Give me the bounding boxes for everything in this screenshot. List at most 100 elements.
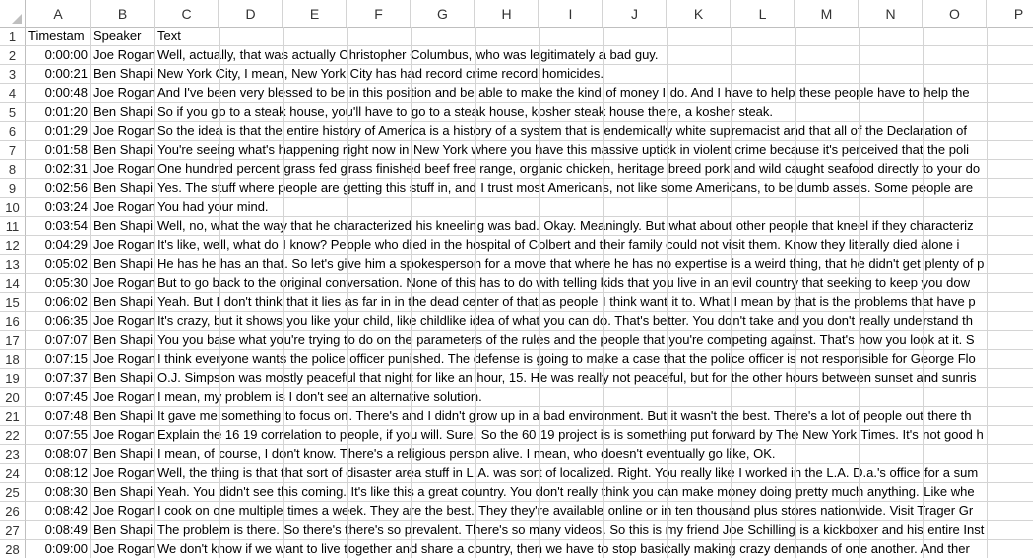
speaker-cell[interactable]: Joe Rogan bbox=[91, 540, 155, 558]
speaker-cell[interactable]: Ben Shapi bbox=[91, 445, 155, 464]
speaker-cell[interactable]: Ben Shapi bbox=[91, 103, 155, 122]
column-header-m[interactable]: M bbox=[795, 0, 859, 27]
timestamp-cell[interactable]: 0:07:37 bbox=[26, 369, 91, 388]
row-number[interactable]: 19 bbox=[0, 369, 26, 388]
speaker-cell[interactable]: Ben Shapi bbox=[91, 65, 155, 84]
text-cell[interactable]: New York City, I mean, New York City has… bbox=[155, 65, 1033, 84]
timestamp-cell[interactable]: 0:01:29 bbox=[26, 122, 91, 141]
row-number[interactable]: 11 bbox=[0, 217, 26, 236]
column-header-j[interactable]: J bbox=[603, 0, 667, 27]
speaker-cell[interactable]: Joe Rogan bbox=[91, 312, 155, 331]
timestamp-cell[interactable]: 0:07:48 bbox=[26, 407, 91, 426]
text-cell[interactable]: We don't know if we want to live togethe… bbox=[155, 540, 1033, 558]
timestamp-cell[interactable]: 0:00:48 bbox=[26, 84, 91, 103]
timestamp-cell[interactable]: 0:08:49 bbox=[26, 521, 91, 540]
column-header-a[interactable]: A bbox=[26, 0, 91, 27]
speaker-cell[interactable]: Joe Rogan bbox=[91, 198, 155, 217]
timestamp-cell[interactable]: 0:05:02 bbox=[26, 255, 91, 274]
speaker-cell[interactable]: Ben Shapi bbox=[91, 293, 155, 312]
select-all-button[interactable] bbox=[0, 0, 26, 27]
speaker-cell[interactable]: Joe Rogan bbox=[91, 46, 155, 65]
text-cell[interactable]: Well, no, what the way that he character… bbox=[155, 217, 1033, 236]
text-cell[interactable]: You you base what you're trying to do on… bbox=[155, 331, 1033, 350]
text-cell[interactable]: I think everyone wants the police office… bbox=[155, 350, 1033, 369]
speaker-cell[interactable]: Joe Rogan bbox=[91, 274, 155, 293]
column-header-d[interactable]: D bbox=[219, 0, 283, 27]
speaker-cell[interactable]: Ben Shapi bbox=[91, 407, 155, 426]
timestamp-cell[interactable]: 0:08:07 bbox=[26, 445, 91, 464]
text-cell[interactable]: Yes. The stuff where people are getting … bbox=[155, 179, 1033, 198]
speaker-cell[interactable]: Ben Shapi bbox=[91, 217, 155, 236]
row-number[interactable]: 2 bbox=[0, 46, 26, 65]
speaker-cell[interactable]: Ben Shapi bbox=[91, 141, 155, 160]
speaker-cell[interactable]: Joe Rogan bbox=[91, 464, 155, 483]
text-cell[interactable]: It's crazy, but it shows you like your c… bbox=[155, 312, 1033, 331]
column-header-f[interactable]: F bbox=[347, 0, 411, 27]
timestamp-cell[interactable]: 0:01:58 bbox=[26, 141, 91, 160]
column-header-p[interactable]: P bbox=[987, 0, 1033, 27]
row-number[interactable]: 26 bbox=[0, 502, 26, 521]
timestamp-cell[interactable]: 0:06:02 bbox=[26, 293, 91, 312]
timestamp-cell[interactable]: 0:06:35 bbox=[26, 312, 91, 331]
row-number[interactable]: 28 bbox=[0, 540, 26, 558]
row-number[interactable]: 16 bbox=[0, 312, 26, 331]
timestamp-cell[interactable]: 0:08:30 bbox=[26, 483, 91, 502]
text-cell[interactable]: The problem is there. So there's there's… bbox=[155, 521, 1033, 540]
column-header-i[interactable]: I bbox=[539, 0, 603, 27]
column-header-e[interactable]: E bbox=[283, 0, 347, 27]
row-number[interactable]: 27 bbox=[0, 521, 26, 540]
text-cell[interactable]: Yeah. You didn't see this coming. It's l… bbox=[155, 483, 1033, 502]
text-cell[interactable]: It gave me something to focus on. There'… bbox=[155, 407, 1033, 426]
text-cell[interactable]: One hundred percent grass fed grass fini… bbox=[155, 160, 1033, 179]
timestamp-header-cell[interactable]: Timestam bbox=[26, 27, 91, 46]
text-cell[interactable]: It's like, well, what do I know? People … bbox=[155, 236, 1033, 255]
text-cell[interactable]: But to go back to the original conversat… bbox=[155, 274, 1033, 293]
speaker-cell[interactable]: Ben Shapi bbox=[91, 331, 155, 350]
timestamp-cell[interactable]: 0:00:00 bbox=[26, 46, 91, 65]
row-number[interactable]: 20 bbox=[0, 388, 26, 407]
row-number[interactable]: 3 bbox=[0, 65, 26, 84]
column-header-l[interactable]: L bbox=[731, 0, 795, 27]
timestamp-cell[interactable]: 0:08:42 bbox=[26, 502, 91, 521]
row-number[interactable]: 9 bbox=[0, 179, 26, 198]
speaker-cell[interactable]: Joe Rogan bbox=[91, 350, 155, 369]
text-cell[interactable]: So if you go to a steak house, you'll ha… bbox=[155, 103, 1033, 122]
text-cell[interactable]: And I've been very blessed to be in this… bbox=[155, 84, 1033, 103]
timestamp-cell[interactable]: 0:07:55 bbox=[26, 426, 91, 445]
speaker-header-cell[interactable]: Speaker bbox=[91, 27, 155, 46]
text-cell[interactable]: You're seeing what's happening right now… bbox=[155, 141, 1033, 160]
row-number[interactable]: 18 bbox=[0, 350, 26, 369]
row-number[interactable]: 10 bbox=[0, 198, 26, 217]
row-number[interactable]: 14 bbox=[0, 274, 26, 293]
timestamp-cell[interactable]: 0:00:21 bbox=[26, 65, 91, 84]
text-cell[interactable]: Yeah. But I don't think that it lies as … bbox=[155, 293, 1033, 312]
timestamp-cell[interactable]: 0:07:45 bbox=[26, 388, 91, 407]
speaker-cell[interactable]: Ben Shapi bbox=[91, 179, 155, 198]
timestamp-cell[interactable]: 0:09:00 bbox=[26, 540, 91, 558]
speaker-cell[interactable]: Joe Rogan bbox=[91, 426, 155, 445]
speaker-cell[interactable]: Joe Rogan bbox=[91, 388, 155, 407]
text-cell[interactable]: You had your mind. bbox=[155, 198, 1033, 217]
timestamp-cell[interactable]: 0:01:20 bbox=[26, 103, 91, 122]
column-header-g[interactable]: G bbox=[411, 0, 475, 27]
speaker-cell[interactable]: Ben Shapi bbox=[91, 483, 155, 502]
row-number[interactable]: 15 bbox=[0, 293, 26, 312]
row-number[interactable]: 21 bbox=[0, 407, 26, 426]
speaker-cell[interactable]: Joe Rogan bbox=[91, 84, 155, 103]
row-number[interactable]: 17 bbox=[0, 331, 26, 350]
row-number[interactable]: 6 bbox=[0, 122, 26, 141]
row-number[interactable]: 7 bbox=[0, 141, 26, 160]
timestamp-cell[interactable]: 0:07:07 bbox=[26, 331, 91, 350]
speaker-cell[interactable]: Joe Rogan bbox=[91, 502, 155, 521]
timestamp-cell[interactable]: 0:08:12 bbox=[26, 464, 91, 483]
text-cell[interactable]: I mean, of course, I don't know. There's… bbox=[155, 445, 1033, 464]
speaker-cell[interactable]: Joe Rogan bbox=[91, 160, 155, 179]
text-cell[interactable]: Well, actually, that was actually Christ… bbox=[155, 46, 1033, 65]
text-cell[interactable]: Explain the 16 19 correlation to people,… bbox=[155, 426, 1033, 445]
timestamp-cell[interactable]: 0:03:54 bbox=[26, 217, 91, 236]
row-number[interactable]: 13 bbox=[0, 255, 26, 274]
text-cell[interactable]: I mean, my problem is I don't see an alt… bbox=[155, 388, 1033, 407]
text-cell[interactable]: I cook on one multiple times a week. The… bbox=[155, 502, 1033, 521]
timestamp-cell[interactable]: 0:02:31 bbox=[26, 160, 91, 179]
row-number[interactable]: 24 bbox=[0, 464, 26, 483]
